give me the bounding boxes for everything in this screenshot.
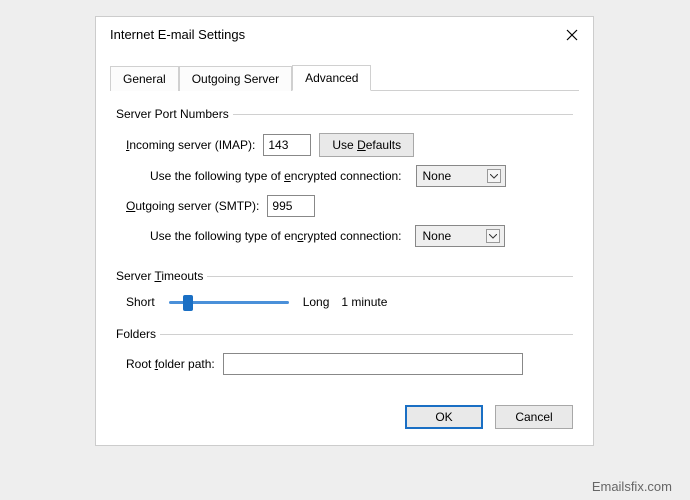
outgoing-encryption-label: Use the following type of encrypted conn… — [150, 229, 401, 243]
incoming-port-input[interactable] — [263, 134, 311, 156]
row-outgoing: Outgoing server (SMTP): — [126, 195, 569, 217]
group-server-port-numbers: Server Port Numbers Incoming server (IMA… — [116, 107, 573, 259]
tab-strip: General Outgoing Server Advanced — [110, 64, 579, 91]
titlebar: Internet E-mail Settings — [96, 17, 593, 48]
dialog-footer: OK Cancel — [405, 405, 573, 429]
timeout-value: 1 minute — [341, 295, 387, 309]
row-root-folder: Root folder path: — [126, 353, 569, 375]
timeout-slider[interactable] — [169, 301, 289, 304]
root-folder-input[interactable] — [223, 353, 523, 375]
outgoing-port-input[interactable] — [267, 195, 315, 217]
watermark: Emailsfix.com — [592, 479, 672, 494]
timeout-slider-thumb[interactable] — [183, 295, 193, 311]
outgoing-encryption-value: None — [422, 229, 451, 243]
chevron-down-icon — [487, 169, 501, 183]
row-incoming-encryption: Use the following type of encrypted conn… — [150, 165, 569, 187]
cancel-button[interactable]: Cancel — [495, 405, 573, 429]
ok-button[interactable]: OK — [405, 405, 483, 429]
tab-outgoing-label: Outgoing Server — [192, 72, 279, 86]
outgoing-encryption-select[interactable]: None — [415, 225, 505, 247]
row-incoming: Incoming server (IMAP): Use Defaults — [126, 133, 569, 157]
timeout-short-label: Short — [126, 295, 155, 309]
tab-advanced-label: Advanced — [305, 71, 358, 85]
incoming-server-label: Incoming server (IMAP): — [126, 138, 255, 152]
group-folders: Folders Root folder path: — [116, 327, 573, 387]
row-timeout-slider: Short Long 1 minute — [126, 295, 569, 309]
incoming-encryption-label: Use the following type of encrypted conn… — [150, 169, 402, 183]
incoming-encryption-select[interactable]: None — [416, 165, 506, 187]
timeout-long-label: Long — [303, 295, 330, 309]
group-legend-ports: Server Port Numbers — [116, 107, 233, 121]
tab-content-advanced: Server Port Numbers Incoming server (IMA… — [96, 91, 593, 407]
use-defaults-button[interactable]: Use Defaults — [319, 133, 414, 157]
tab-outgoing-server[interactable]: Outgoing Server — [179, 66, 292, 91]
dialog-title: Internet E-mail Settings — [110, 27, 245, 42]
close-icon[interactable] — [565, 28, 579, 42]
group-legend-timeouts: Server Timeouts — [116, 269, 207, 283]
email-settings-dialog: Internet E-mail Settings General Outgoin… — [95, 16, 594, 446]
incoming-encryption-value: None — [423, 169, 452, 183]
row-outgoing-encryption: Use the following type of encrypted conn… — [150, 225, 569, 247]
group-legend-folders: Folders — [116, 327, 160, 341]
group-server-timeouts: Server Timeouts Short Long 1 minute — [116, 269, 573, 317]
tab-general[interactable]: General — [110, 66, 179, 91]
tab-advanced[interactable]: Advanced — [292, 65, 371, 91]
chevron-down-icon — [486, 229, 500, 243]
root-folder-label: Root folder path: — [126, 357, 215, 371]
outgoing-server-label: Outgoing server (SMTP): — [126, 199, 259, 213]
tab-general-label: General — [123, 72, 166, 86]
